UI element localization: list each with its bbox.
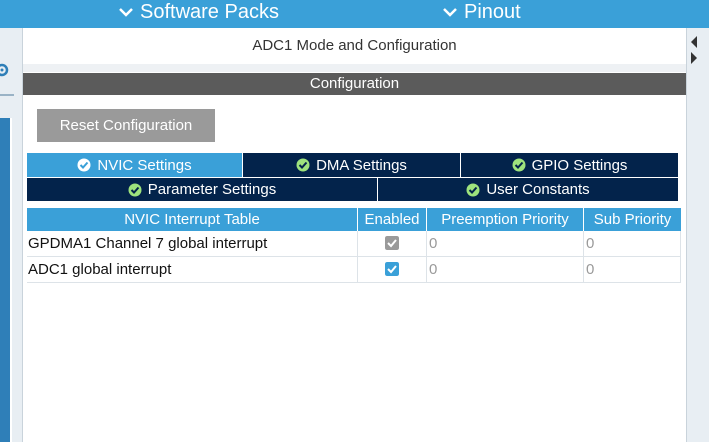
- chevron-down-icon: [119, 8, 133, 17]
- right-sidebar-strip: [686, 28, 709, 442]
- tab-gpio-settings[interactable]: GPIO Settings: [461, 153, 678, 177]
- preemption-priority-value[interactable]: 0: [427, 231, 584, 256]
- enabled-checkbox[interactable]: [385, 262, 399, 276]
- check-circle-icon: [296, 158, 310, 172]
- table-row[interactable]: ADC1 global interrupt 0 0: [27, 257, 681, 283]
- sub-priority-value[interactable]: 0: [584, 231, 681, 256]
- mode-config-title: ADC1 Mode and Configuration: [23, 28, 686, 65]
- enabled-cell: [358, 257, 427, 282]
- tab-dma-settings[interactable]: DMA Settings: [243, 153, 461, 177]
- divider: [0, 94, 14, 96]
- column-header-interrupt: NVIC Interrupt Table: [27, 208, 358, 231]
- check-circle-icon: [512, 158, 526, 172]
- pinout-menu[interactable]: Pinout: [442, 0, 521, 24]
- table-row[interactable]: GPDMA1 Channel 7 global interrupt 0 0: [27, 231, 681, 257]
- column-header-preemption: Preemption Priority: [427, 208, 584, 231]
- tab-label: DMA Settings: [316, 156, 407, 174]
- table-header: NVIC Interrupt Table Enabled Preemption …: [27, 208, 681, 231]
- tab-parameter-settings[interactable]: Parameter Settings: [27, 177, 378, 201]
- enabled-cell: [358, 231, 427, 256]
- enabled-checkbox: [385, 236, 399, 250]
- tab-label: Parameter Settings: [147, 181, 277, 198]
- tab-label: NVIC Settings: [97, 156, 192, 174]
- collapse-arrow-icon[interactable]: [689, 34, 699, 64]
- software-packs-menu[interactable]: Software Packs: [118, 0, 279, 24]
- software-packs-label: Software Packs: [140, 1, 279, 23]
- check-circle-icon: [466, 183, 480, 196]
- gear-icon[interactable]: [0, 62, 12, 78]
- reset-configuration-button[interactable]: Reset Configuration: [37, 109, 215, 142]
- column-header-sub-priority: Sub Priority: [584, 208, 681, 231]
- top-menu-bar: Software Packs Pinout: [0, 0, 709, 28]
- configuration-header: Configuration: [23, 73, 686, 95]
- tab-nvic-settings[interactable]: NVIC Settings: [27, 153, 243, 177]
- pinout-label: Pinout: [464, 1, 521, 23]
- left-sidebar-strip: [0, 28, 23, 442]
- left-scroll-bar[interactable]: [0, 118, 12, 442]
- tab-label: User Constants: [486, 181, 590, 198]
- tab-user-constants[interactable]: User Constants: [378, 177, 678, 201]
- interrupt-name: GPDMA1 Channel 7 global interrupt: [27, 231, 358, 256]
- check-circle-icon: [77, 158, 91, 172]
- sub-priority-value[interactable]: 0: [584, 257, 681, 282]
- interrupt-name: ADC1 global interrupt: [27, 257, 358, 282]
- tab-label: GPIO Settings: [531, 156, 628, 174]
- chevron-down-icon: [443, 8, 457, 17]
- panel-separator: [23, 64, 686, 72]
- preemption-priority-value[interactable]: 0: [427, 257, 584, 282]
- column-header-enabled: Enabled: [358, 208, 427, 231]
- check-circle-icon: [128, 183, 142, 196]
